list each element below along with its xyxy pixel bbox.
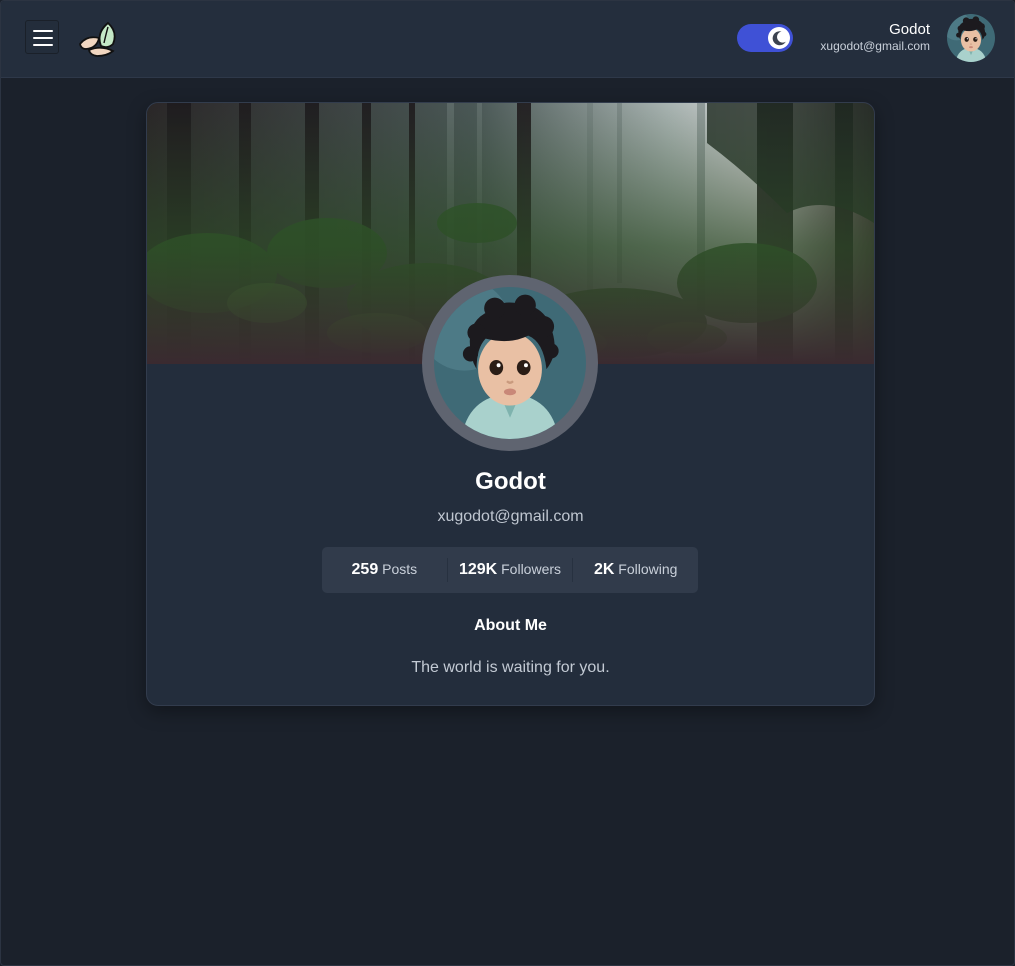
theme-toggle[interactable] bbox=[737, 24, 793, 52]
stat-label: Following bbox=[618, 561, 678, 577]
stat-value: 259 bbox=[351, 561, 379, 578]
moon-icon bbox=[772, 31, 786, 46]
profile-email: xugodot@gmail.com bbox=[437, 508, 584, 525]
top-navbar: Godot xugodot@gmail.com bbox=[1, 1, 1014, 78]
stat-posts[interactable]: 259 Posts bbox=[322, 561, 447, 579]
profile-stats: 259 Posts 129K Followers 2K Following bbox=[322, 547, 698, 593]
header-avatar[interactable] bbox=[947, 14, 995, 62]
about-title: About Me bbox=[474, 617, 547, 634]
profile-avatar-photo bbox=[434, 287, 586, 439]
profile-name: Godot bbox=[475, 468, 546, 495]
leaf-logo-icon[interactable] bbox=[77, 19, 119, 57]
stat-label: Followers bbox=[501, 561, 562, 577]
stat-label: Posts bbox=[382, 561, 418, 577]
stat-value: 2K bbox=[593, 561, 615, 578]
toggle-knob bbox=[768, 27, 790, 49]
avatar-photo bbox=[947, 14, 995, 62]
stat-following[interactable]: 2K Following bbox=[573, 561, 698, 579]
profile-card: Godot xugodot@gmail.com 259 Posts 129K F… bbox=[146, 102, 875, 706]
stat-value: 129K bbox=[458, 561, 498, 578]
header-user-email: xugodot@gmail.com bbox=[820, 39, 930, 53]
stat-followers[interactable]: 129K Followers bbox=[448, 561, 573, 579]
app-window: Godot xugodot@gmail.com Godot xugodot@gm… bbox=[0, 0, 1015, 966]
hamburger-menu-icon[interactable] bbox=[25, 20, 59, 54]
header-user-name: Godot bbox=[889, 21, 930, 38]
header-user-info[interactable]: Godot xugodot@gmail.com bbox=[820, 21, 930, 54]
profile-avatar[interactable] bbox=[422, 275, 598, 451]
about-text: The world is waiting for you. bbox=[411, 659, 610, 676]
